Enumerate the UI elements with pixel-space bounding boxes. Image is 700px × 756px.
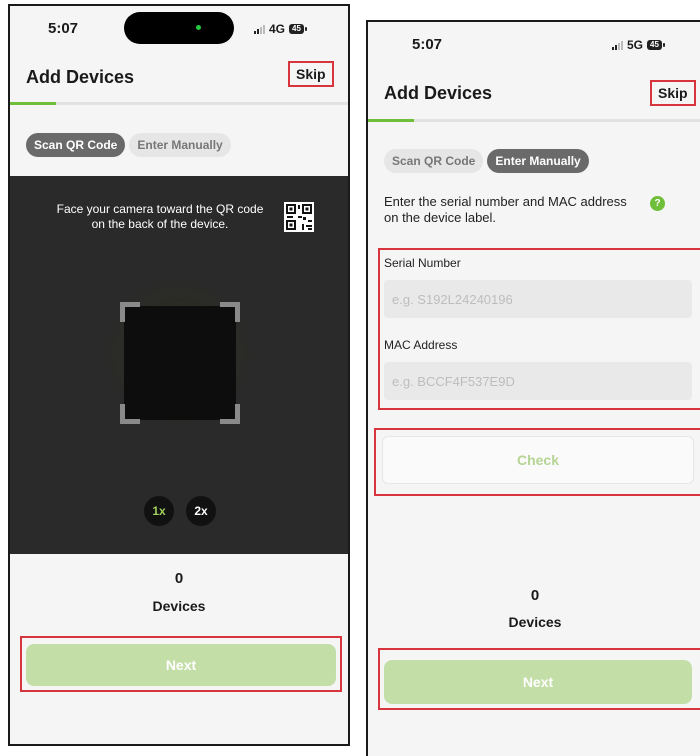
status-network: 4G 45 <box>254 22 307 36</box>
progress-fill <box>368 119 414 122</box>
next-button[interactable]: Next <box>384 660 692 704</box>
check-button[interactable]: Check <box>382 436 694 484</box>
viewfinder-corner <box>220 404 240 424</box>
next-button[interactable]: Next <box>26 644 336 686</box>
status-time: 5:07 <box>48 20 79 37</box>
page-title: Add Devices <box>384 83 493 103</box>
scan-viewfinder <box>120 302 240 424</box>
skip-button[interactable]: Skip <box>650 80 696 106</box>
viewfinder-corner <box>120 404 140 424</box>
signal-icon <box>254 24 265 34</box>
mode-tabs: Scan QR Code Enter Manually <box>384 149 589 173</box>
viewfinder-corner <box>120 302 140 322</box>
network-type: 5G <box>627 38 644 52</box>
serial-number-input[interactable] <box>384 280 692 318</box>
camera-preview: Face your camera toward the QR code on t… <box>10 176 348 554</box>
manual-instructions: Enter the serial number and MAC address … <box>384 194 627 225</box>
mode-tabs: Scan QR Code Enter Manually <box>26 133 231 157</box>
network-type: 4G <box>269 22 286 36</box>
tab-enter-manually[interactable]: Enter Manually <box>487 149 589 173</box>
page-title: Add Devices <box>26 67 135 87</box>
progress-bar <box>10 102 348 105</box>
qr-code-icon <box>284 202 314 232</box>
device-count: 0 <box>530 587 540 604</box>
tab-enter-manually[interactable]: Enter Manually <box>129 133 231 157</box>
battery-icon: 45 <box>289 24 307 34</box>
zoom-2x-button[interactable]: 2x <box>186 496 216 526</box>
mac-address-label: MAC Address <box>384 338 458 352</box>
device-count: 0 <box>174 570 184 587</box>
dynamic-island <box>124 12 234 44</box>
signal-icon <box>612 40 623 50</box>
battery-icon: 45 <box>647 40 665 50</box>
device-count-label: Devices <box>152 598 206 614</box>
viewfinder-corner <box>220 302 240 322</box>
mac-address-input[interactable] <box>384 362 692 400</box>
progress-bar <box>368 119 700 122</box>
tab-scan-qr-code[interactable]: Scan QR Code <box>26 133 126 157</box>
zoom-1x-button[interactable]: 1x <box>144 496 174 526</box>
scan-qr-screen: 5:07 4G 45 Add Devices Skip Scan QR Code… <box>8 4 350 746</box>
enter-manually-screen: 5:07 5G 45 Add Devices Skip Scan QR Code… <box>366 20 700 756</box>
serial-number-label: Serial Number <box>384 256 461 270</box>
help-icon[interactable]: ? <box>650 196 665 211</box>
tab-scan-qr-code[interactable]: Scan QR Code <box>384 149 484 173</box>
progress-fill <box>10 102 56 105</box>
device-count-label: Devices <box>508 614 562 630</box>
status-network: 5G 45 <box>612 38 665 52</box>
camera-indicator-icon <box>196 25 201 30</box>
status-time: 5:07 <box>412 36 443 53</box>
skip-button[interactable]: Skip <box>288 61 334 87</box>
camera-instruction: Face your camera toward the QR code on t… <box>56 202 264 231</box>
